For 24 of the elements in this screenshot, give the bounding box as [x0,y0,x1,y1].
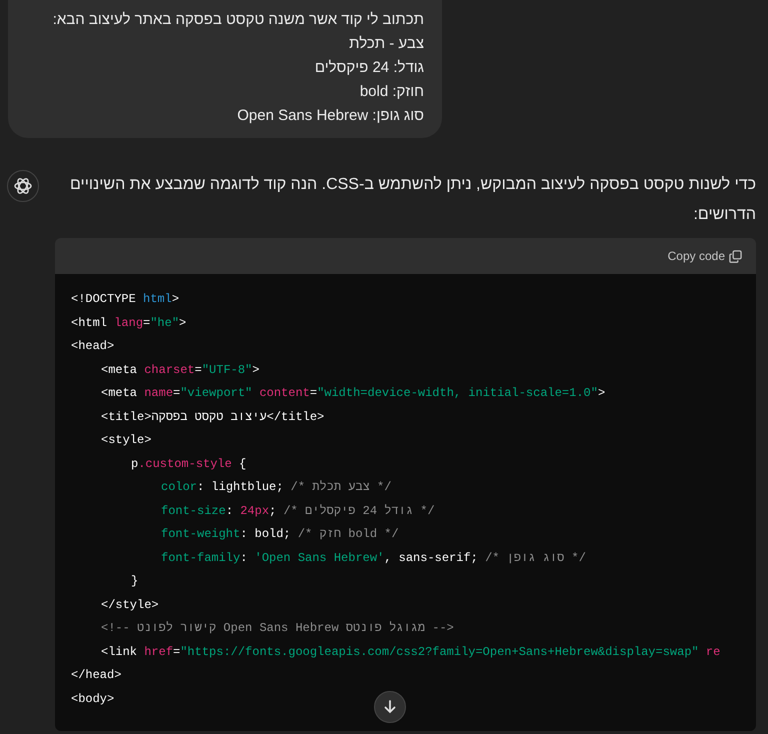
code-line: <style> [101,432,152,449]
code-line: <html lang="he"> [71,314,186,332]
copy-code-button[interactable]: Copy code [654,247,756,265]
code-line: <link href="https://fonts.googleapis.com/css2?family=Open+Sans+Hebrew&display=swap" re [101,644,720,660]
message-line: תכתוב לי קוד אשר משנה טקסט בפסקה באתר לעיצוב הבא: [52,10,424,30]
message-line: צבע - תכלת [349,34,424,54]
knot-logo-icon [13,176,33,196]
code-line: <body> [71,690,114,708]
message-line: גודל: 24 פיקסלים [314,58,424,78]
code-line: <head> [71,338,114,355]
code-line: <meta charset="UTF-8"> [101,362,260,378]
copy-icon [729,250,742,262]
code-line: <!DOCTYPE html> [71,291,180,308]
code-line: </head> [71,667,122,684]
code-line: <title>עיצוב טקסט בפסקה</title> [101,408,324,426]
message-line: סוג גופן: Open Sans Hebrew [237,106,424,126]
code-line: } [131,573,138,590]
assistant-message-text: כדי לשנות טקסט בפסקה לעיצוב המבוקש, ניתן להשתמש ב-CSS. הנה קוד לדוגמה שמבצע את השינויים הדרושים: [69,175,756,225]
down-arrow-icon [383,700,397,714]
code-line: p.custom-style { [131,456,246,472]
message-line: חוזק: bold [360,82,424,102]
code-line: <!-- קישור לפונט Open Sans Hebrew מגוגל פונטס --> [101,620,454,637]
code-line: <meta name="viewport" content="width=device-width, initial-scale=1.0"> [101,385,606,402]
code-line: </style> [101,596,159,614]
